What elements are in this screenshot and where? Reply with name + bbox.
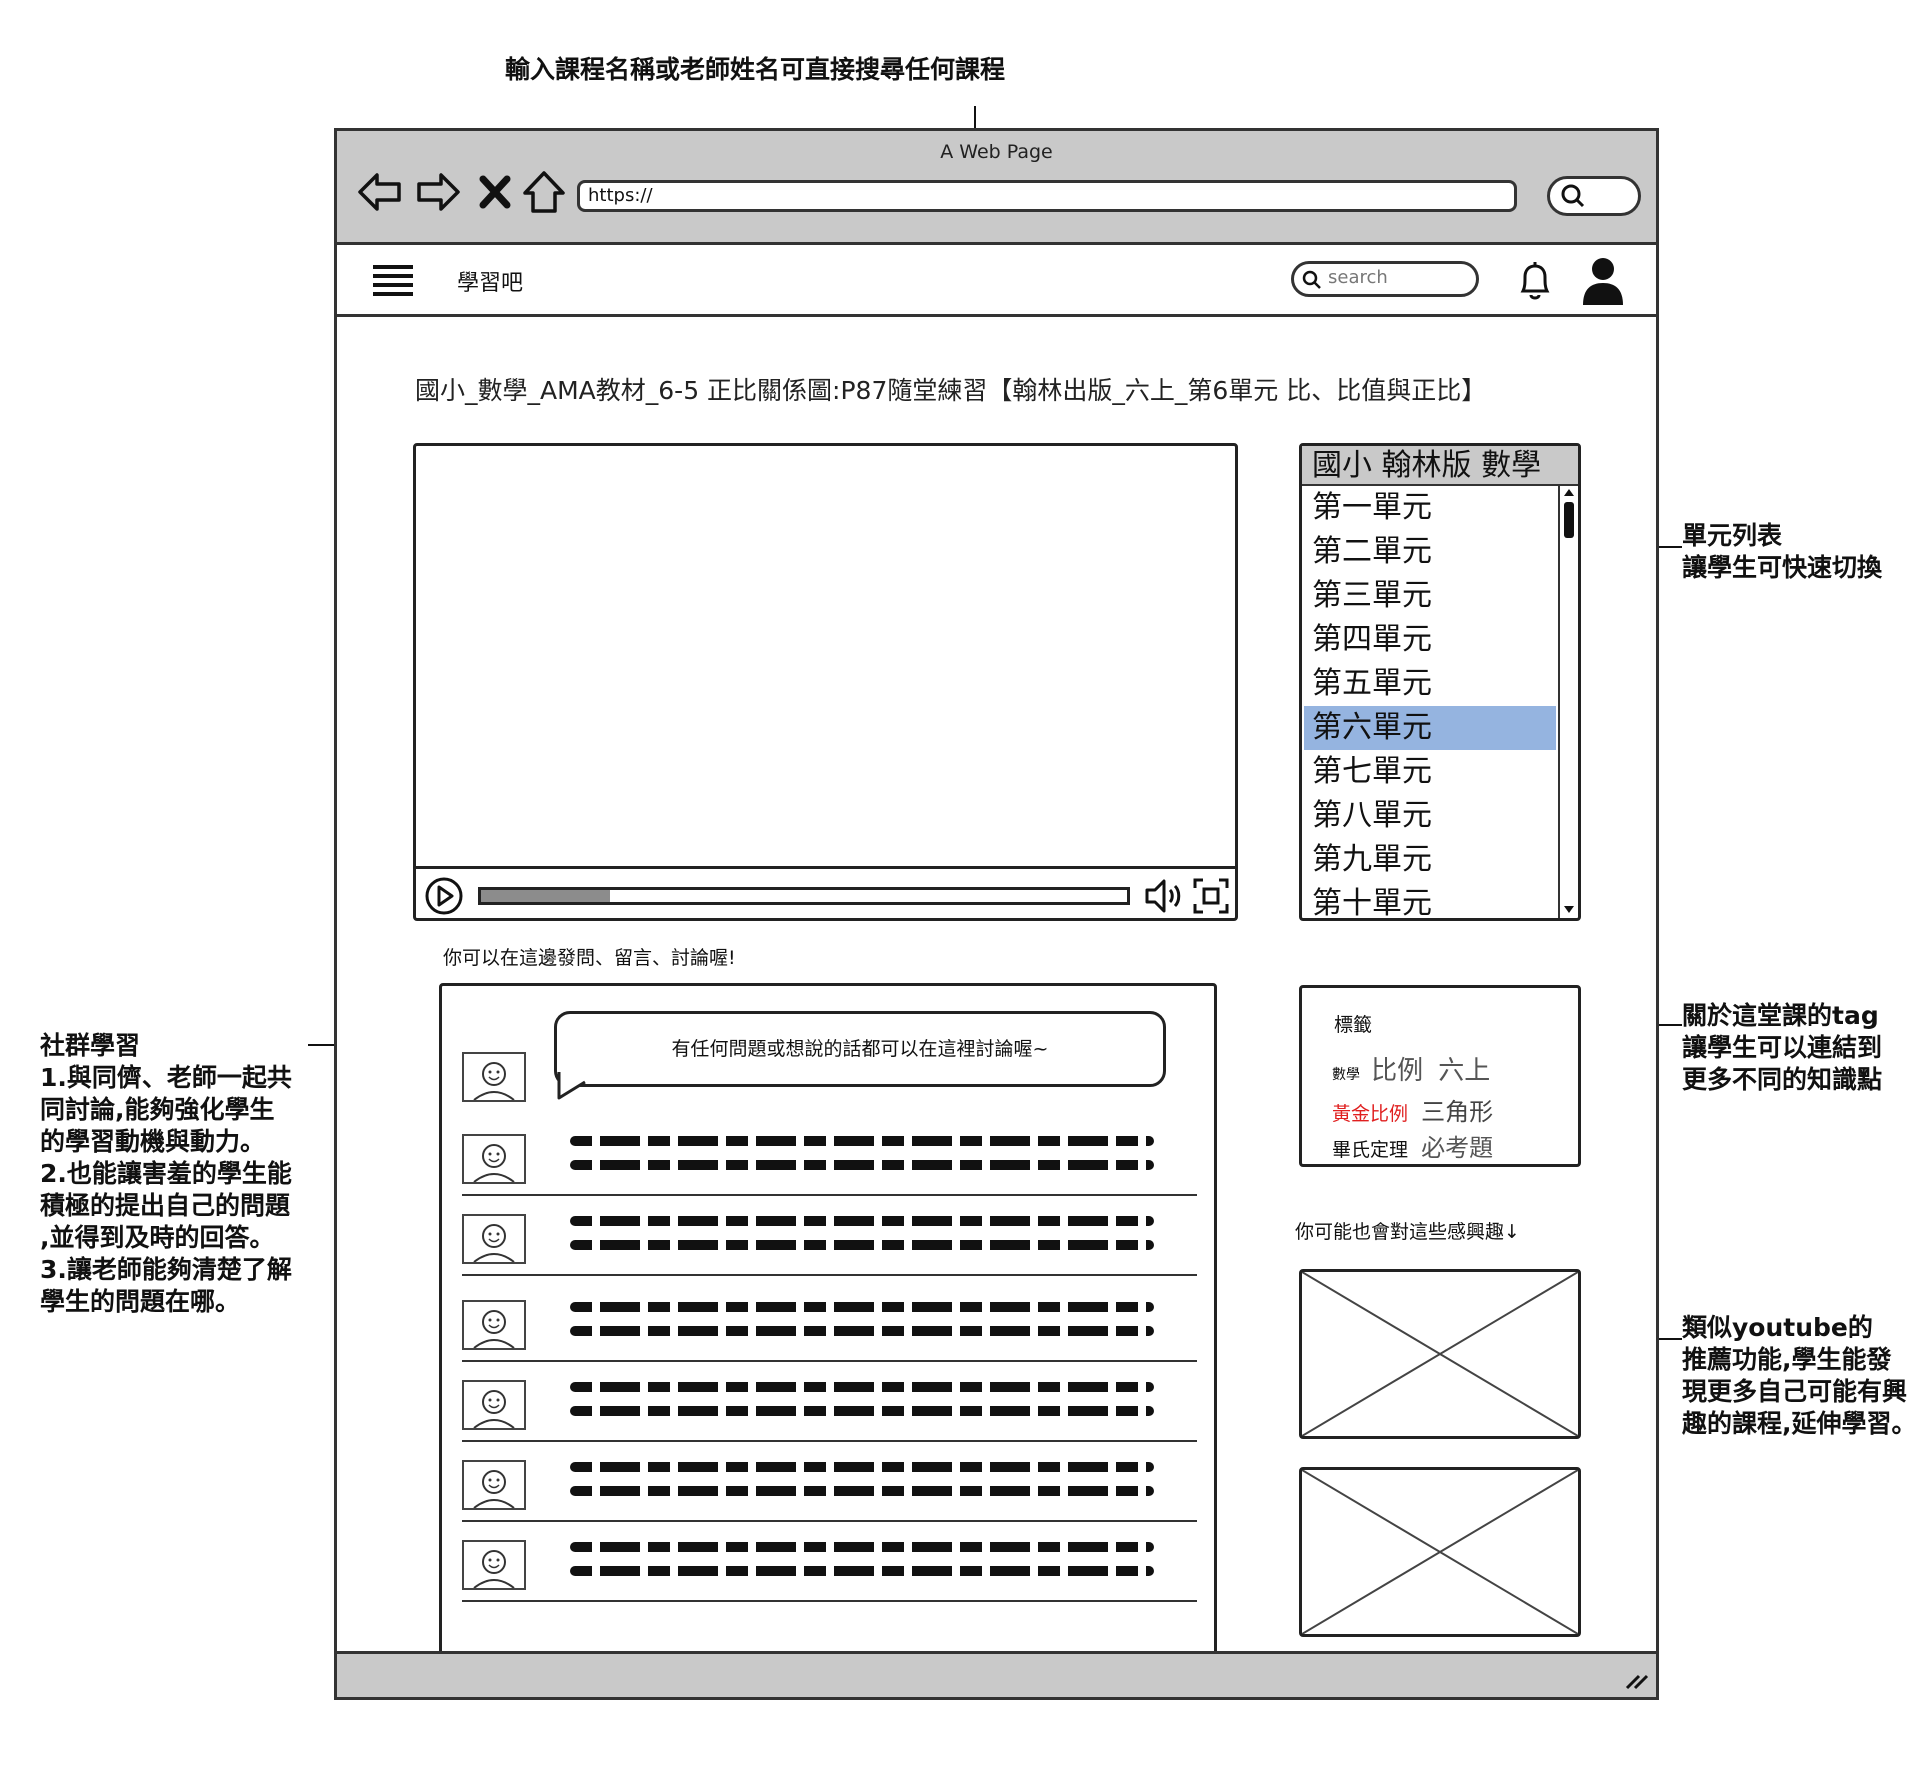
browser-chrome: A Web Page https:// — [337, 131, 1656, 245]
comment-divider — [462, 1274, 1197, 1276]
unit-item-9[interactable]: 第九單元 — [1304, 838, 1556, 882]
unit-item-10[interactable]: 第十單元 — [1304, 882, 1556, 918]
comment-text-placeholder — [570, 1240, 1154, 1250]
comment-divider — [462, 1360, 1197, 1362]
search-placeholder: search — [1328, 267, 1388, 288]
comment-divider — [462, 1440, 1197, 1442]
tag-link[interactable]: 畢氏定理 — [1332, 1139, 1408, 1161]
unit-list-header: 國小 翰林版 數學 — [1302, 446, 1578, 486]
unit-list-scrollbar[interactable] — [1558, 486, 1578, 918]
tag-link[interactable]: 六上 — [1438, 1056, 1490, 1086]
course-title: 國小_數學_AMA教材_6-5 正比關係圖:P87隨堂練習【翰林出版_六上_第6… — [415, 376, 1487, 405]
status-bar — [337, 1651, 1656, 1697]
comment-divider — [462, 1520, 1197, 1522]
comment-text-placeholder — [570, 1136, 1154, 1146]
video-controls — [416, 866, 1235, 918]
comment-text-placeholder — [570, 1406, 1154, 1416]
bell-icon[interactable] — [1515, 259, 1555, 303]
url-bar[interactable]: https:// — [577, 180, 1517, 212]
search-icon — [1302, 270, 1321, 289]
user-avatar-icon[interactable] — [1581, 255, 1625, 307]
tag-link[interactable]: 比例 — [1371, 1056, 1423, 1086]
tag-link[interactable]: 必考題 — [1421, 1134, 1493, 1162]
comment-section: 有任何問題或想說的話都可以在這裡討論喔~ — [439, 983, 1217, 1655]
play-icon[interactable] — [424, 876, 464, 916]
comment-text-placeholder — [570, 1542, 1154, 1552]
tag-box: 標籤 數學 比例 六上 黃金比例 三角形 畢氏定理 必考題 — [1299, 985, 1581, 1167]
commenter-avatar — [462, 1214, 526, 1264]
window-title: A Web Page — [940, 141, 1053, 163]
commenter-avatar — [462, 1134, 526, 1184]
comment-text-placeholder — [570, 1326, 1154, 1336]
stop-icon[interactable] — [475, 167, 521, 217]
recommended-video-thumbnail[interactable] — [1299, 1467, 1581, 1637]
tag-annotation: 關於這堂課的tag 讓學生可以連結到 更多不同的知識點 — [1682, 1001, 1883, 1094]
comment-text-placeholder — [570, 1302, 1154, 1312]
comment-divider — [462, 1194, 1197, 1196]
bubble-tail-icon — [557, 1072, 586, 1100]
unit-item-6-selected[interactable]: 第六單元 — [1304, 706, 1556, 750]
app-brand[interactable]: 學習吧 — [457, 265, 523, 297]
commenter-avatar — [462, 1540, 526, 1590]
home-icon[interactable] — [521, 167, 567, 217]
comment-text-placeholder — [570, 1486, 1154, 1496]
video-progress-bar[interactable] — [478, 887, 1130, 905]
commenter-avatar — [462, 1380, 526, 1430]
commenter-avatar — [462, 1052, 526, 1102]
comment-prompt-text: 有任何問題或想說的話都可以在這裡討論喔~ — [671, 1038, 1049, 1060]
tag-heading: 標籤 — [1334, 1014, 1373, 1036]
comment-divider — [462, 1600, 1197, 1602]
recommend-annotation: 類似youtube的 推薦功能,學生能發 現更多自己可能有興 趣的課程,延伸學習… — [1682, 1313, 1917, 1438]
search-input[interactable]: search — [1291, 261, 1479, 297]
comment-text-placeholder — [570, 1462, 1154, 1472]
unit-item-3[interactable]: 第三單元 — [1304, 574, 1556, 618]
search-annotation: 輸入課程名稱或老師姓名可直接搜尋任何課程 — [505, 55, 1006, 84]
video-progress-fill — [481, 890, 611, 902]
unit-item-1[interactable]: 第一單元 — [1304, 486, 1556, 530]
comment-input-bubble[interactable]: 有任何問題或想說的話都可以在這裡討論喔~ — [554, 1011, 1166, 1100]
back-icon[interactable] — [357, 167, 403, 217]
unit-item-8[interactable]: 第八單元 — [1304, 794, 1556, 838]
browser-search-button[interactable] — [1547, 176, 1641, 216]
tag-row-1: 數學 比例 六上 — [1332, 1050, 1490, 1087]
comment-text-placeholder — [570, 1382, 1154, 1392]
commenter-avatar — [462, 1460, 526, 1510]
commenter-avatar — [462, 1300, 526, 1350]
tag-row-3: 畢氏定理 必考題 — [1332, 1128, 1493, 1163]
hamburger-menu-icon[interactable] — [373, 263, 413, 297]
recommended-video-thumbnail[interactable] — [1299, 1269, 1581, 1439]
unit-annotation: 單元列表 讓學生可快速切換 — [1682, 521, 1883, 582]
image-placeholder-icon — [1301, 1469, 1579, 1635]
fullscreen-icon[interactable] — [1192, 877, 1230, 915]
tag-link[interactable]: 數學 — [1332, 1067, 1360, 1083]
app-header: 學習吧 search — [337, 245, 1656, 317]
forward-icon[interactable] — [415, 167, 461, 217]
resize-handle-icon[interactable] — [1623, 1666, 1649, 1690]
unit-item-2[interactable]: 第二單元 — [1304, 530, 1556, 574]
magnifier-icon — [1561, 184, 1585, 208]
video-player[interactable] — [413, 443, 1238, 921]
comment-text-placeholder — [570, 1216, 1154, 1226]
unit-list: 國小 翰林版 數學 第一單元 第二單元 第三單元 第四單元 第五單元 第六單元 … — [1299, 443, 1581, 921]
tag-link[interactable]: 三角形 — [1421, 1098, 1493, 1126]
unit-item-5[interactable]: 第五單元 — [1304, 662, 1556, 706]
tag-link-highlight[interactable]: 黃金比例 — [1332, 1103, 1408, 1125]
social-annotation: 社群學習 1.與同儕、老師一起共 同討論,能夠強化學生 的學習動機與動力。 2.… — [40, 1031, 292, 1316]
comment-text-placeholder — [570, 1160, 1154, 1170]
unit-item-7[interactable]: 第七單元 — [1304, 750, 1556, 794]
comment-text-placeholder — [570, 1566, 1154, 1576]
discussion-hint: 你可以在這邊發問、留言、討論喔! — [443, 947, 736, 969]
unit-item-4[interactable]: 第四單元 — [1304, 618, 1556, 662]
volume-icon[interactable] — [1144, 877, 1186, 915]
browser-window: A Web Page https:// 學習吧 search 國小_數學_AMA… — [334, 128, 1659, 1700]
recommendation-hint: 你可能也會對這些感興趣↓ — [1295, 1221, 1520, 1243]
image-placeholder-icon — [1301, 1271, 1579, 1437]
tag-row-2: 黃金比例 三角形 — [1332, 1092, 1493, 1127]
